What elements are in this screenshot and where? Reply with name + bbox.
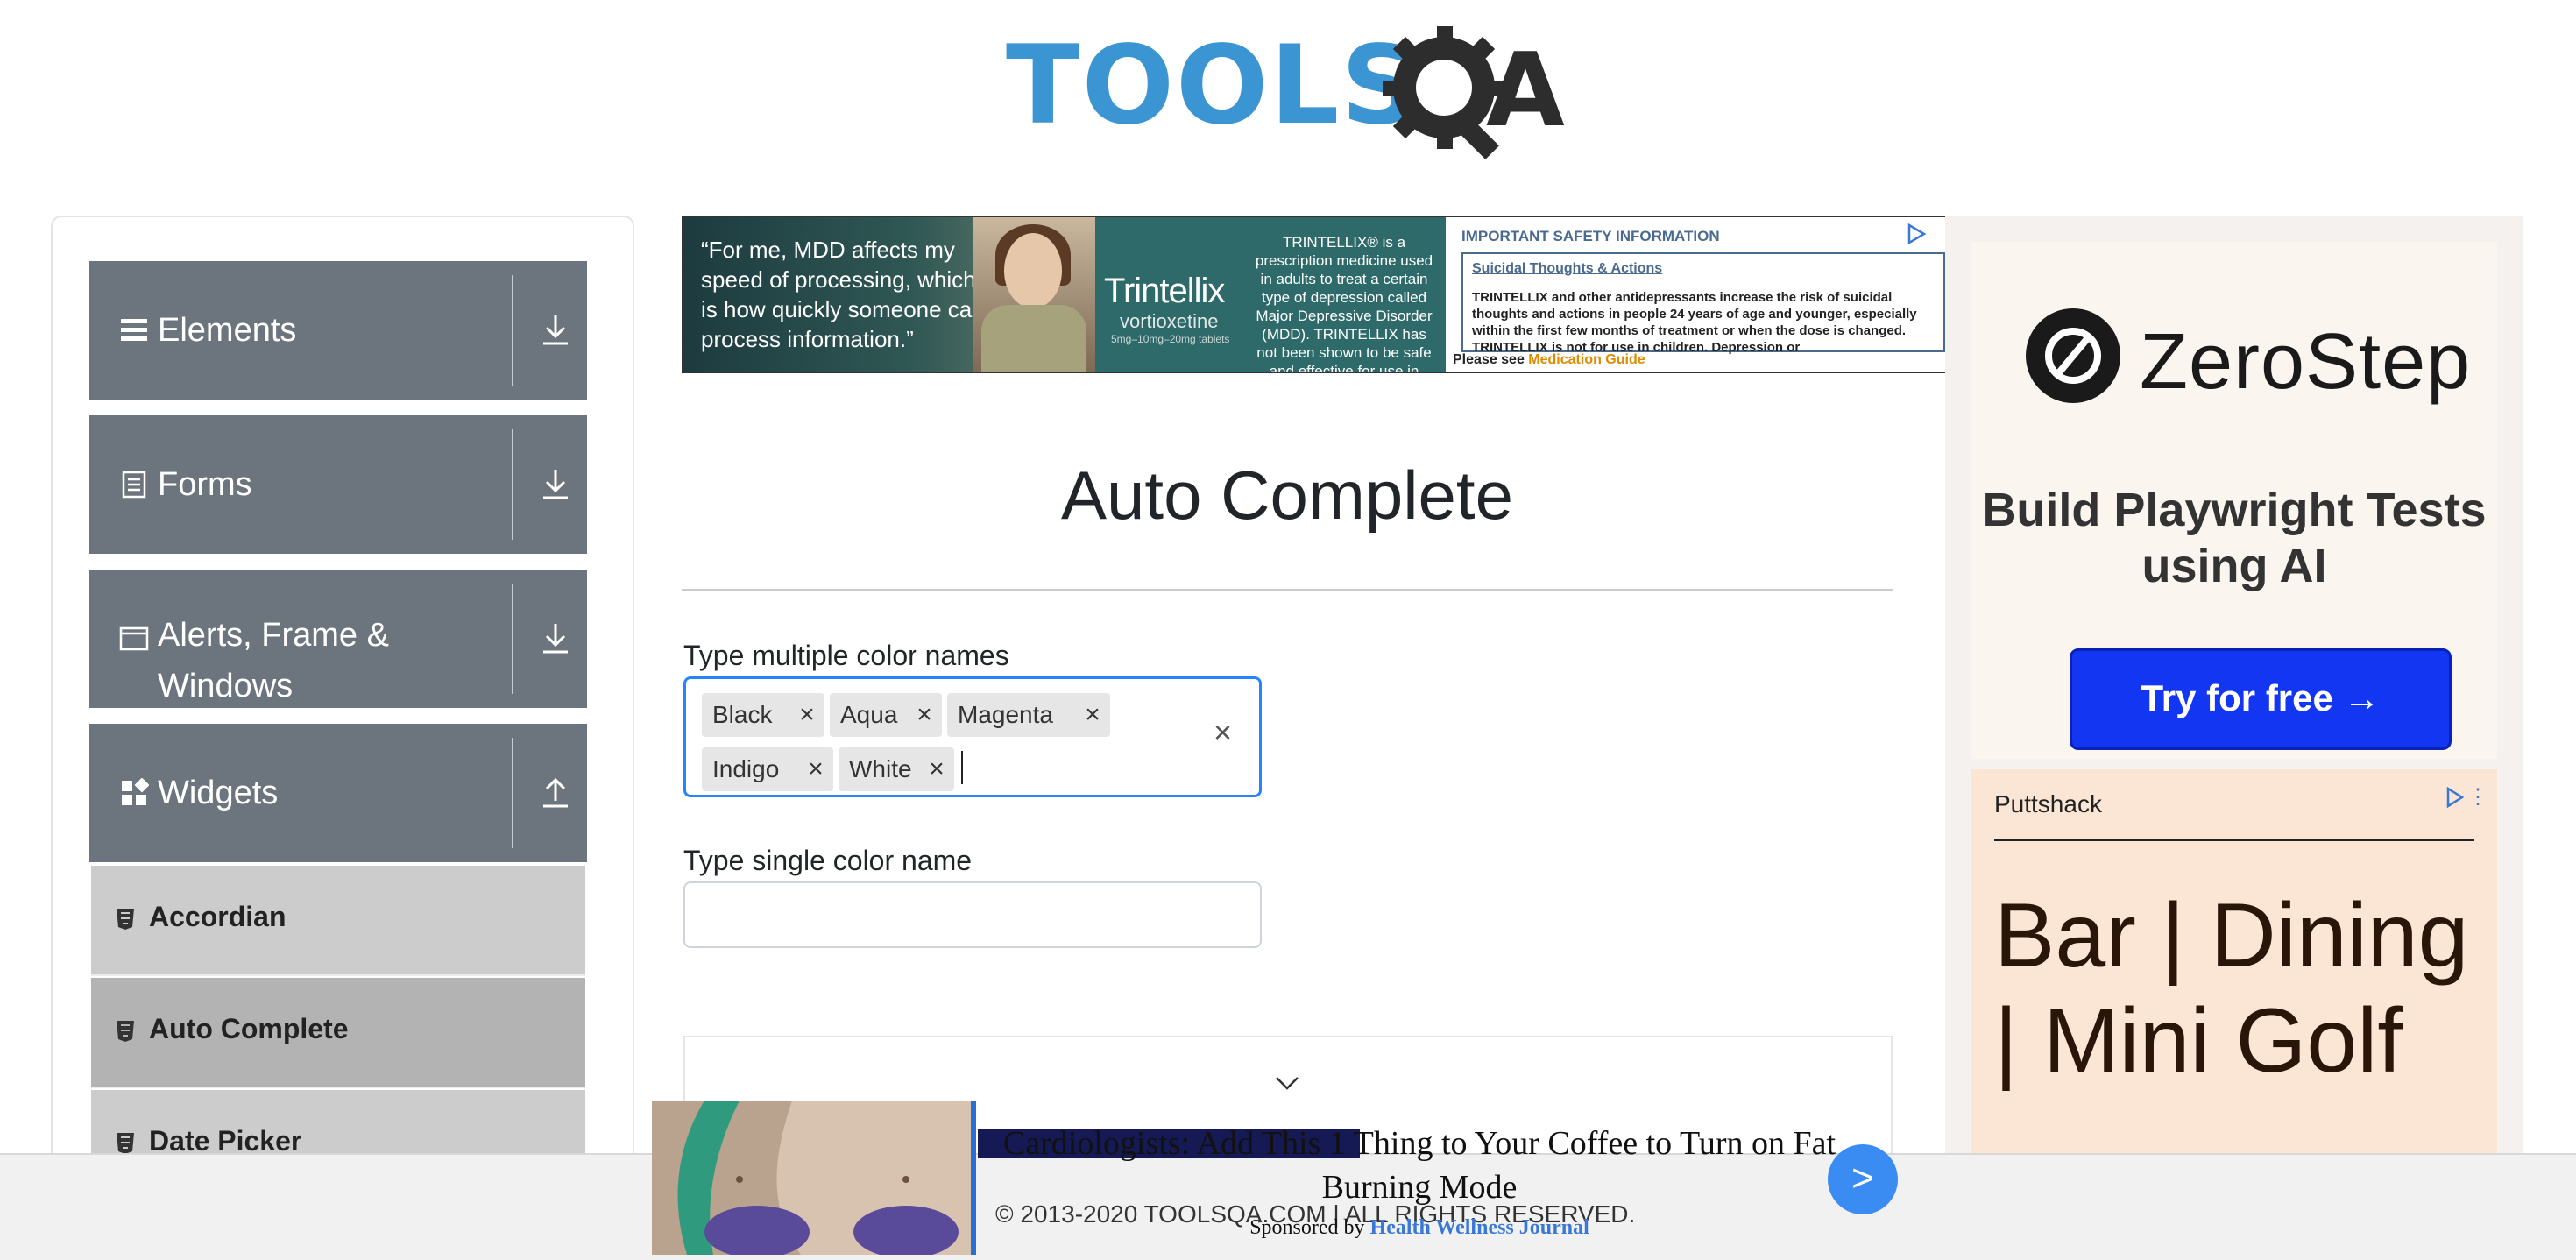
- nav-group-label: Forms: [158, 466, 252, 503]
- divider: [512, 584, 513, 694]
- divider: [512, 275, 513, 386]
- download-arrow-icon: [543, 470, 568, 499]
- widgets-icon: [122, 778, 149, 805]
- sidebar-item-label: Accordian: [149, 901, 287, 932]
- color-chip: White ×: [839, 747, 954, 791]
- upload-arrow-icon: [543, 777, 568, 808]
- color-chip: Aqua ×: [830, 693, 942, 737]
- hamburger-icon: [121, 319, 147, 341]
- nav-group-label: Elements: [158, 312, 297, 349]
- adchoices-icon[interactable]: [2445, 787, 2466, 808]
- ad-safety-footer-prefix: Please see: [1453, 352, 1529, 367]
- chevron-down-icon: [1276, 1077, 1299, 1090]
- more-options-icon[interactable]: ⋮: [2467, 787, 2488, 808]
- sidebar-item-accordian[interactable]: Accordian: [91, 866, 585, 976]
- bottom-ad-image[interactable]: [652, 1101, 974, 1255]
- chip-remove-icon[interactable]: ×: [798, 747, 833, 791]
- chip-remove-icon[interactable]: ×: [1075, 693, 1110, 737]
- chip-label: Indigo: [712, 755, 780, 782]
- ad-safety-body: TRINTELLIX and other antidepressants inc…: [1472, 290, 1917, 355]
- ad-safety-footer: Please see Medication Guide: [1453, 352, 1645, 368]
- ad-generic: vortioxetine: [1120, 310, 1219, 332]
- bottom-ad-separator: [971, 1101, 976, 1255]
- text-caret: [961, 751, 963, 784]
- nav-group-label: Alerts, Frame & Windows: [158, 617, 389, 704]
- document-icon: [122, 471, 146, 499]
- chip-label: White: [849, 755, 912, 782]
- single-color-input[interactable]: [683, 881, 1262, 948]
- title-divider: [682, 589, 1893, 591]
- html5-icon: [117, 1021, 134, 1042]
- divider: [1994, 839, 2474, 841]
- chip-label: Magenta: [958, 701, 1053, 728]
- puttshack-advertiser: Puttshack: [1994, 790, 2102, 818]
- nav-group-forms[interactable]: Forms: [89, 415, 587, 554]
- html5-icon: [117, 909, 134, 930]
- ad-brand: Trintellix: [1104, 272, 1225, 310]
- download-arrow-icon: [543, 624, 568, 654]
- color-chip: Magenta ×: [947, 693, 1110, 737]
- nav-group-elements[interactable]: Elements: [89, 261, 587, 400]
- adchoices-icon[interactable]: [1905, 223, 1928, 245]
- ad-safety-box: Suicidal Thoughts & Actions TRINTELLIX a…: [1461, 252, 1945, 355]
- ad-photo-body: [981, 305, 1086, 372]
- color-chip: Black ×: [702, 693, 824, 737]
- bottom-ad-sponsor: Sponsored by Health Wellness Journal: [981, 1216, 1858, 1240]
- puttshack-headline: Bar | Dining | Mini Golf: [1994, 885, 2469, 1092]
- chip-label: Black: [712, 701, 773, 728]
- download-arrow-icon: [543, 315, 568, 345]
- try-for-free-button[interactable]: Try for free →: [2070, 648, 2452, 750]
- ad-safety-heading: IMPORTANT SAFETY INFORMATION: [1461, 228, 1720, 244]
- right-ad[interactable]: ZeroStep Build Playwright Tests using AI…: [1945, 216, 2523, 1258]
- single-color-label: Type single color name: [683, 845, 973, 876]
- chip-label: Aqua: [840, 701, 898, 728]
- ad-dose: 5mg–10mg–20mg tablets: [1111, 333, 1230, 345]
- page-title: Auto Complete: [1061, 457, 1513, 534]
- bottom-ad-next-button[interactable]: >: [1828, 1144, 1898, 1214]
- banner-ad[interactable]: “For me, MDD affects my speed of process…: [682, 216, 1947, 373]
- ad-safety-title[interactable]: Suicidal Thoughts & Actions: [1472, 261, 1662, 277]
- logo-a: A: [1486, 32, 1565, 150]
- clear-all-icon[interactable]: ×: [1214, 714, 1232, 751]
- zerostep-logo-icon: [2026, 308, 2120, 403]
- window-icon: [119, 626, 149, 651]
- ad-description: TRINTELLIX® is a prescription medicine u…: [1255, 234, 1433, 373]
- ad-description-panel: TRINTELLIX® is a prescription medicine u…: [1242, 217, 1446, 372]
- sponsor-prefix: Sponsored by: [1249, 1216, 1370, 1239]
- nav-group-label: Widgets: [158, 775, 279, 811]
- ad-photo-face: [1004, 233, 1062, 308]
- bottom-ad-headline[interactable]: Cardiologists: Add This 1 Thing to Your …: [981, 1122, 1858, 1209]
- multi-color-input[interactable]: Black × Aqua × Magenta × Indigo × White …: [683, 676, 1262, 797]
- sidebar-item-label: Auto Complete: [149, 1013, 349, 1044]
- nav-group-alerts[interactable]: Alerts, Frame & Windows: [89, 570, 587, 708]
- chip-remove-icon[interactable]: ×: [907, 693, 942, 737]
- zerostep-ad[interactable]: ZeroStep Build Playwright Tests using AI…: [1971, 242, 2497, 759]
- nav-group-widgets[interactable]: Widgets: [89, 724, 587, 862]
- divider: [512, 738, 513, 848]
- multi-color-label: Type multiple color names: [683, 640, 1009, 671]
- logo-text: TOOLS: [1006, 23, 1421, 149]
- ad-safety-panel: IMPORTANT SAFETY INFORMATION Suicidal Th…: [1446, 217, 1945, 372]
- chip-remove-icon[interactable]: ×: [919, 747, 954, 791]
- chip-remove-icon[interactable]: ×: [789, 693, 824, 737]
- color-chip: Indigo ×: [702, 747, 833, 791]
- html5-icon: [117, 1133, 134, 1154]
- zerostep-brand: ZeroStep: [2140, 318, 2472, 406]
- sidebar-item-auto-complete[interactable]: Auto Complete: [91, 978, 585, 1088]
- divider: [512, 429, 513, 540]
- zerostep-tagline: Build Playwright Tests using AI: [1982, 484, 2487, 592]
- ad-quote: “For me, MDD affects my speed of process…: [701, 237, 985, 352]
- sponsor-link[interactable]: Health Wellness Journal: [1370, 1216, 1589, 1239]
- toolsqa-logo[interactable]: TOOLS A: [1006, 25, 1575, 160]
- medication-guide-link[interactable]: Medication Guide: [1528, 352, 1645, 367]
